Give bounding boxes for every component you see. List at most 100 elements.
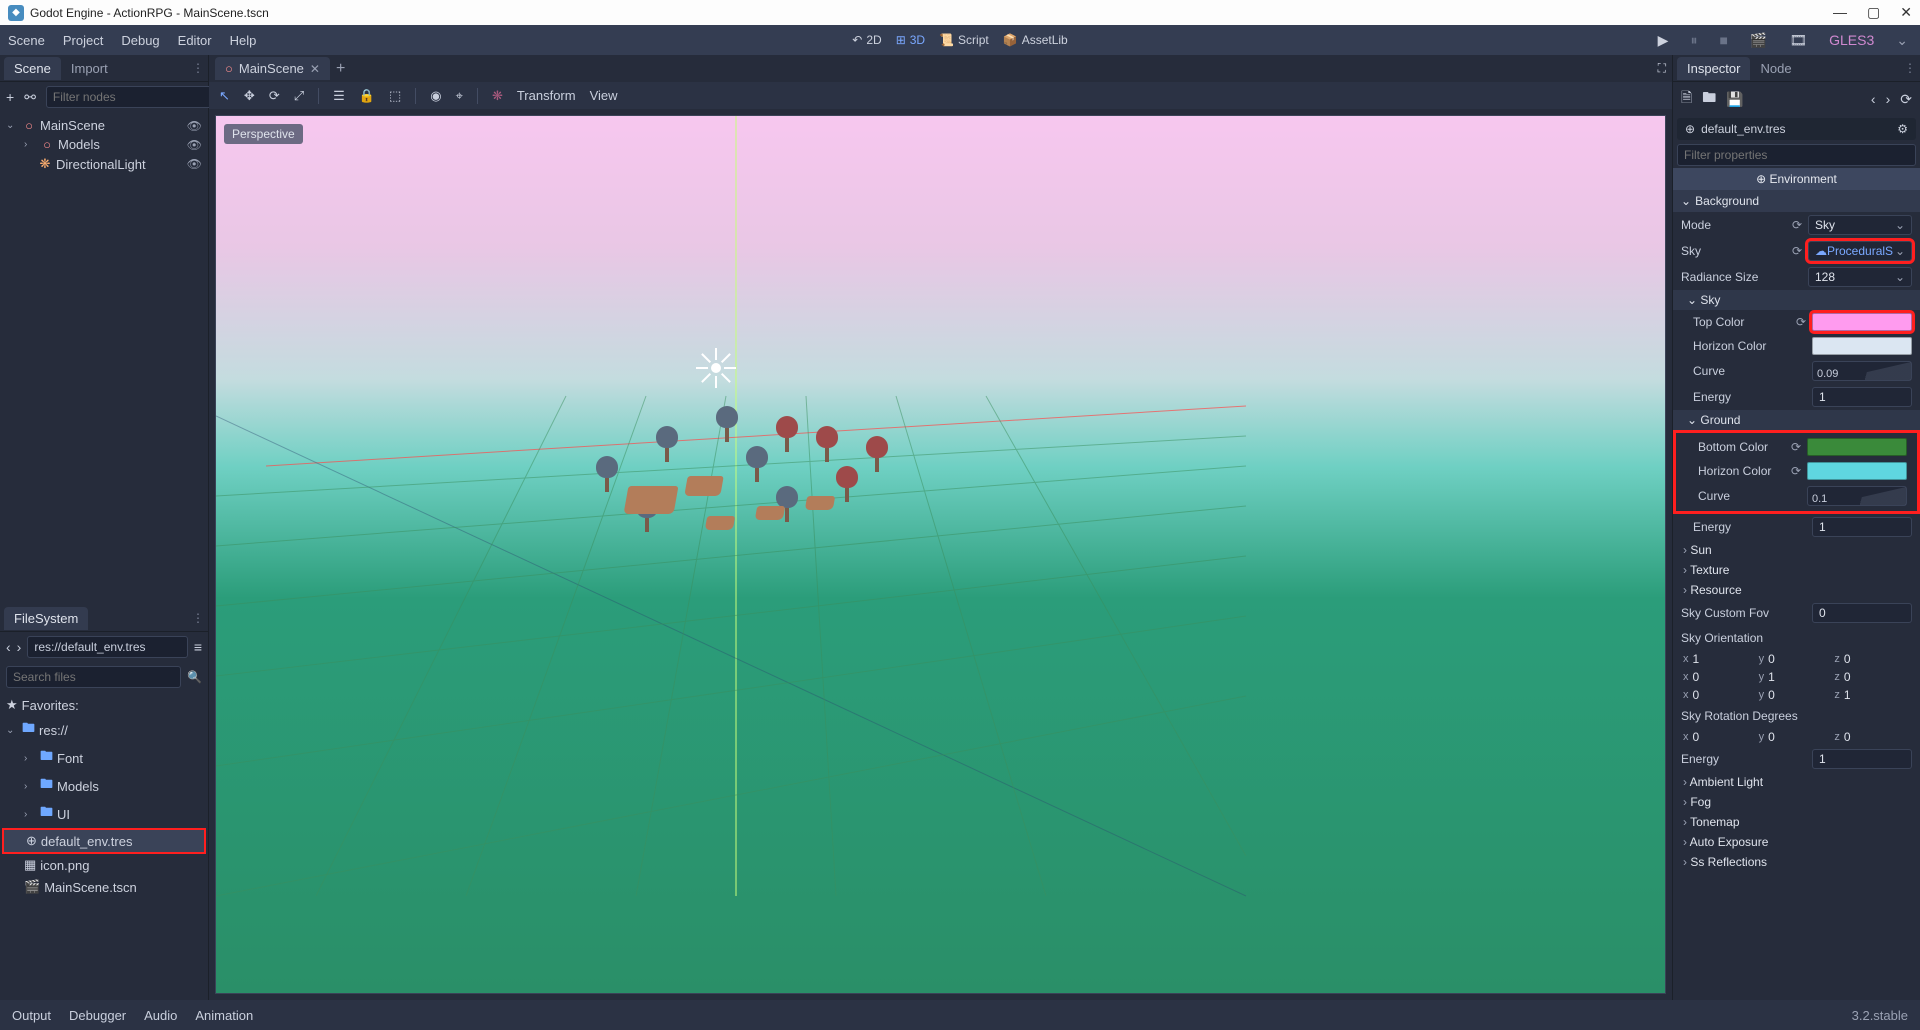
menu-help[interactable]: Help [230,33,257,48]
dock-menu-icon[interactable]: ⋮ [1904,61,1916,75]
history-back-icon[interactable]: ‹ [1871,91,1876,107]
lock-icon[interactable]: 🔒 [359,88,375,104]
link-icon[interactable]: ⚯ [24,89,36,106]
scene-node-light[interactable]: ❋ DirectionalLight 👁 [2,154,206,174]
visibility-icon[interactable]: 👁 [187,119,202,133]
history-icon[interactable]: ⟳ [1900,91,1912,108]
radiance-dropdown[interactable]: 128 [1808,267,1912,287]
tab-filesystem[interactable]: FileSystem [4,607,88,630]
mode-script[interactable]: 📜 Script [939,33,989,47]
ground-curve-field[interactable]: 0.1 [1807,486,1907,506]
renderer-dropdown-icon[interactable]: ⌄ [1896,32,1908,49]
tab-inspector[interactable]: Inspector [1677,57,1750,80]
visibility-icon[interactable]: 👁 [187,138,202,152]
path-field[interactable]: res://default_env.tres [27,636,187,658]
fs-file-env[interactable]: ⊕default_env.tres [2,828,206,854]
camera-icon[interactable]: ❋ [492,88,503,104]
ground-horizon-swatch[interactable] [1807,462,1907,480]
revert-icon[interactable]: ⟳ [1796,315,1806,329]
section-texture[interactable]: Texture [1673,560,1920,580]
fs-file-scene[interactable]: 🎬MainScene.tscn [2,876,206,898]
list-icon[interactable]: ☰ [333,88,345,104]
mode-2d[interactable]: ↶ 2D [852,33,881,47]
revert-icon[interactable]: ⟳ [1792,218,1802,232]
bottom-output[interactable]: Output [12,1008,51,1023]
sky-fov-field[interactable]: 0 [1812,603,1912,623]
stop-icon[interactable]: ■ [1719,32,1727,48]
select-icon[interactable]: ↖ [219,88,230,104]
energy-field[interactable]: 1 [1812,749,1912,769]
dock-menu-icon[interactable]: ⋮ [192,61,204,75]
play-scene-icon[interactable]: 🎬 [1750,32,1767,49]
bottom-debugger[interactable]: Debugger [69,1008,126,1023]
scale-icon[interactable]: ⤢ [294,88,304,104]
rotation-row[interactable]: x0 y0 z0 [1673,728,1920,746]
scene-filter-input[interactable] [46,86,215,108]
revert-icon[interactable]: ⟳ [1791,440,1801,454]
history-fwd-icon[interactable]: › [1886,91,1891,107]
fs-folder-ui[interactable]: ›🖿UI [2,800,206,828]
section-fog[interactable]: Fog [1673,792,1920,812]
mode-assetlib[interactable]: 📦 AssetLib [1003,33,1068,47]
distraction-free-icon[interactable]: ⛶ [1658,61,1666,76]
section-resource[interactable]: Resource [1673,580,1920,600]
mode-3d[interactable]: ⊞ 3D [896,33,925,47]
tab-node[interactable]: Node [1750,57,1801,80]
subsection-sky[interactable]: ⌄ Sky [1673,290,1920,310]
orientation-row-1[interactable]: x0 y1 z0 [1673,668,1920,686]
fs-folder-font[interactable]: ›🖿Font [2,744,206,772]
light-gizmo[interactable] [696,348,736,388]
menu-editor[interactable]: Editor [178,33,212,48]
fs-search-input[interactable] [6,666,181,688]
menu-scene[interactable]: Scene [8,33,45,48]
nav-back-icon[interactable]: ‹ [6,639,11,655]
section-background[interactable]: ⌄Background [1673,190,1920,212]
add-node-icon[interactable]: + [6,89,14,105]
section-sun[interactable]: Sun [1673,540,1920,560]
bottom-color-swatch[interactable] [1807,438,1907,456]
bottom-audio[interactable]: Audio [144,1008,177,1023]
close-tab-icon[interactable]: ✕ [310,62,320,76]
section-ssreflections[interactable]: Ss Reflections [1673,852,1920,872]
visibility-icon[interactable]: 👁 [187,157,202,171]
pause-icon[interactable]: ⏸ [1690,32,1697,49]
tab-import[interactable]: Import [61,57,118,80]
ground-energy-field[interactable]: 1 [1812,517,1912,537]
orientation-row-0[interactable]: x1 y0 z0 [1673,650,1920,668]
property-filter-input[interactable] [1677,144,1916,166]
close-icon[interactable]: ✕ [1900,4,1912,21]
section-ambient[interactable]: Ambient Light [1673,772,1920,792]
resource-tools-icon[interactable]: ⚙ [1897,122,1908,136]
top-color-swatch[interactable] [1812,313,1912,331]
local-space-icon[interactable]: ◉ [430,88,441,104]
dock-menu-icon[interactable]: ⋮ [192,611,204,625]
play-custom-icon[interactable]: 🎞 [1789,32,1807,49]
scene-node-root[interactable]: ⌄○ MainScene 👁 [2,116,206,135]
play-icon[interactable]: ▶ [1658,32,1669,49]
sky-dropdown[interactable]: ☁ ProceduralS [1808,241,1912,261]
view-menu[interactable]: View [590,88,618,103]
transform-menu[interactable]: Transform [517,88,576,103]
revert-icon[interactable]: ⟳ [1792,244,1802,258]
sky-energy-field[interactable]: 1 [1812,387,1912,407]
nav-fwd-icon[interactable]: › [17,639,22,655]
save-resource-icon[interactable]: 💾 [1726,91,1743,108]
maximize-icon[interactable]: ▢ [1867,4,1880,21]
fs-folder-models[interactable]: ›🖿Models [2,772,206,800]
mode-dropdown[interactable]: Sky [1808,215,1912,235]
search-icon[interactable]: 🔍 [187,670,202,684]
3d-viewport[interactable]: Perspective [215,115,1666,994]
section-autoexposure[interactable]: Auto Exposure [1673,832,1920,852]
snap-icon[interactable]: ⌖ [456,88,463,104]
new-resource-icon[interactable]: 🗎 [1681,87,1692,111]
fs-file-icon[interactable]: ▦icon.png [2,854,206,876]
perspective-badge[interactable]: Perspective [224,124,303,144]
section-tonemap[interactable]: Tonemap [1673,812,1920,832]
renderer-label[interactable]: GLES3 [1829,32,1874,48]
menu-project[interactable]: Project [63,33,103,48]
sky-curve-field[interactable]: 0.09 [1812,361,1912,381]
fs-favorites[interactable]: ★Favorites: [2,694,206,716]
scene-tab-main[interactable]: ○MainScene✕ [215,57,330,80]
bottom-animation[interactable]: Animation [195,1008,253,1023]
revert-icon[interactable]: ⟳ [1791,464,1801,478]
